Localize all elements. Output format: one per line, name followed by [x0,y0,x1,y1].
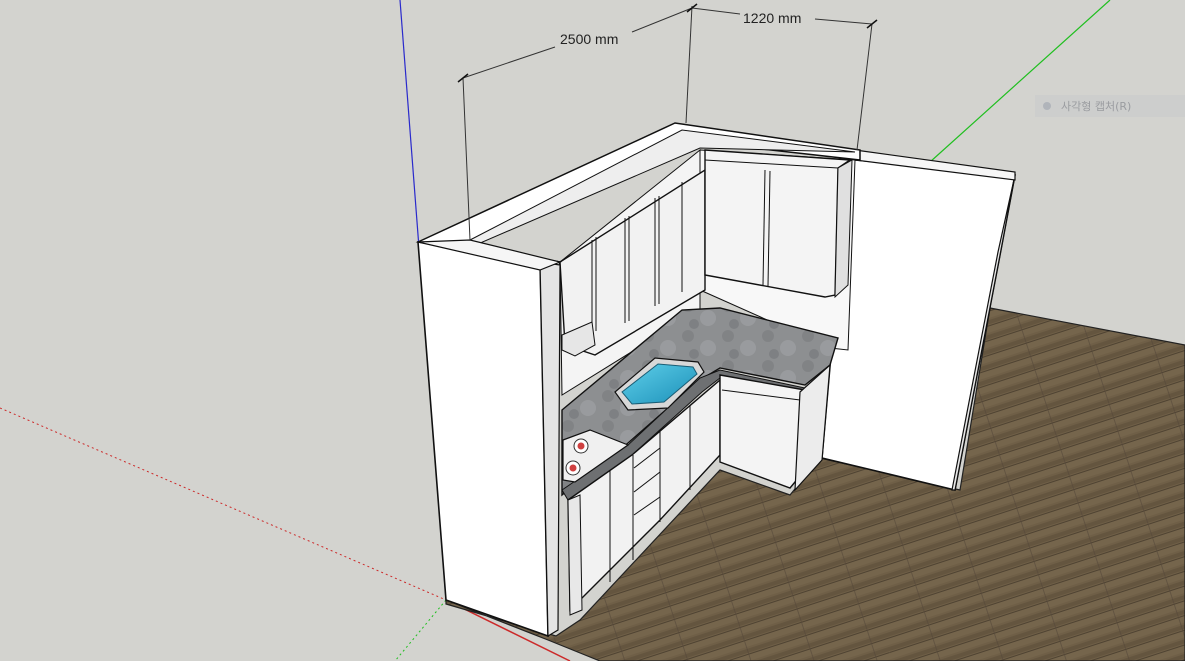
capture-dot-icon [1043,102,1051,110]
dimension-label-width: 2500 mm [560,31,618,47]
red-axis-dotted [0,407,447,601]
rectangle-capture-tooltip[interactable]: 사각형 캡처(R) [1035,95,1185,117]
green-axis-dotted [394,599,447,661]
upper-cabinets-corner[interactable] [704,149,853,299]
dimension-label-depth: 1220 mm [743,10,801,26]
capture-hint-label: 사각형 캡처(R) [1061,100,1132,113]
green-axis [929,0,1111,163]
sketchup-viewport[interactable]: 2500 mm 1220 mm [0,0,1185,661]
left-wall [417,239,562,638]
